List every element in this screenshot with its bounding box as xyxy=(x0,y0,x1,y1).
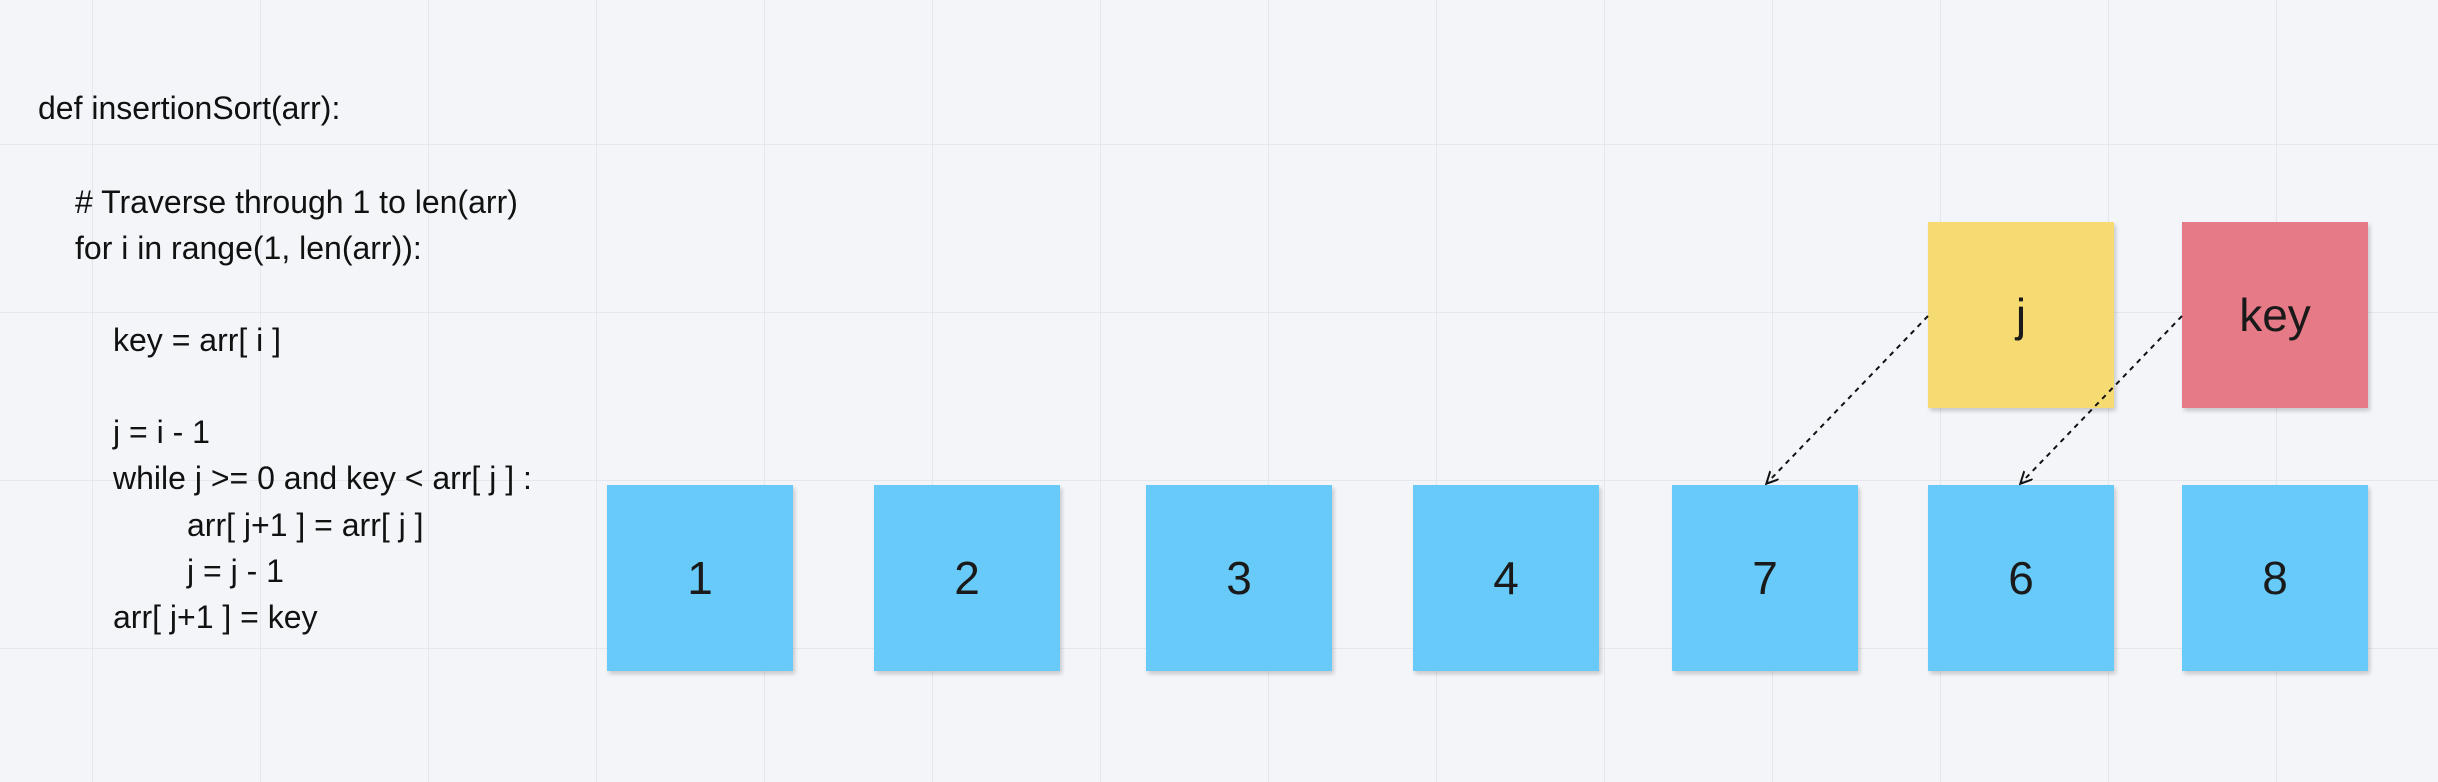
key-pointer-note[interactable]: key xyxy=(2182,222,2368,408)
j-pointer-note[interactable]: j xyxy=(1928,222,2114,408)
array-element-2[interactable]: 3 xyxy=(1146,485,1332,671)
array-element-4[interactable]: 7 xyxy=(1672,485,1858,671)
code-line-decrement: j = j - 1 xyxy=(187,553,284,589)
code-line-shift: arr[ j+1 ] = arr[ j ] xyxy=(187,507,424,543)
array-element-5[interactable]: 6 xyxy=(1928,485,2114,671)
code-line-comment: # Traverse through 1 to len(arr) xyxy=(75,184,518,220)
array-element-6[interactable]: 8 xyxy=(2182,485,2368,671)
code-line-def: def insertionSort(arr): xyxy=(38,90,341,126)
code-line-while: while j >= 0 and key < arr[ j ] : xyxy=(113,460,532,496)
code-line-for: for i in range(1, len(arr)): xyxy=(75,230,422,266)
array-element-0[interactable]: 1 xyxy=(607,485,793,671)
code-line-insert: arr[ j+1 ] = key xyxy=(113,599,318,635)
code-line-j-assign: j = i - 1 xyxy=(113,414,210,450)
whiteboard-canvas: def insertionSort(arr): # Traverse throu… xyxy=(0,0,2438,782)
code-line-key-assign: key = arr[ i ] xyxy=(113,322,282,358)
array-element-1[interactable]: 2 xyxy=(874,485,1060,671)
j-pointer-arrow xyxy=(1767,315,1929,483)
array-element-3[interactable]: 4 xyxy=(1413,485,1599,671)
